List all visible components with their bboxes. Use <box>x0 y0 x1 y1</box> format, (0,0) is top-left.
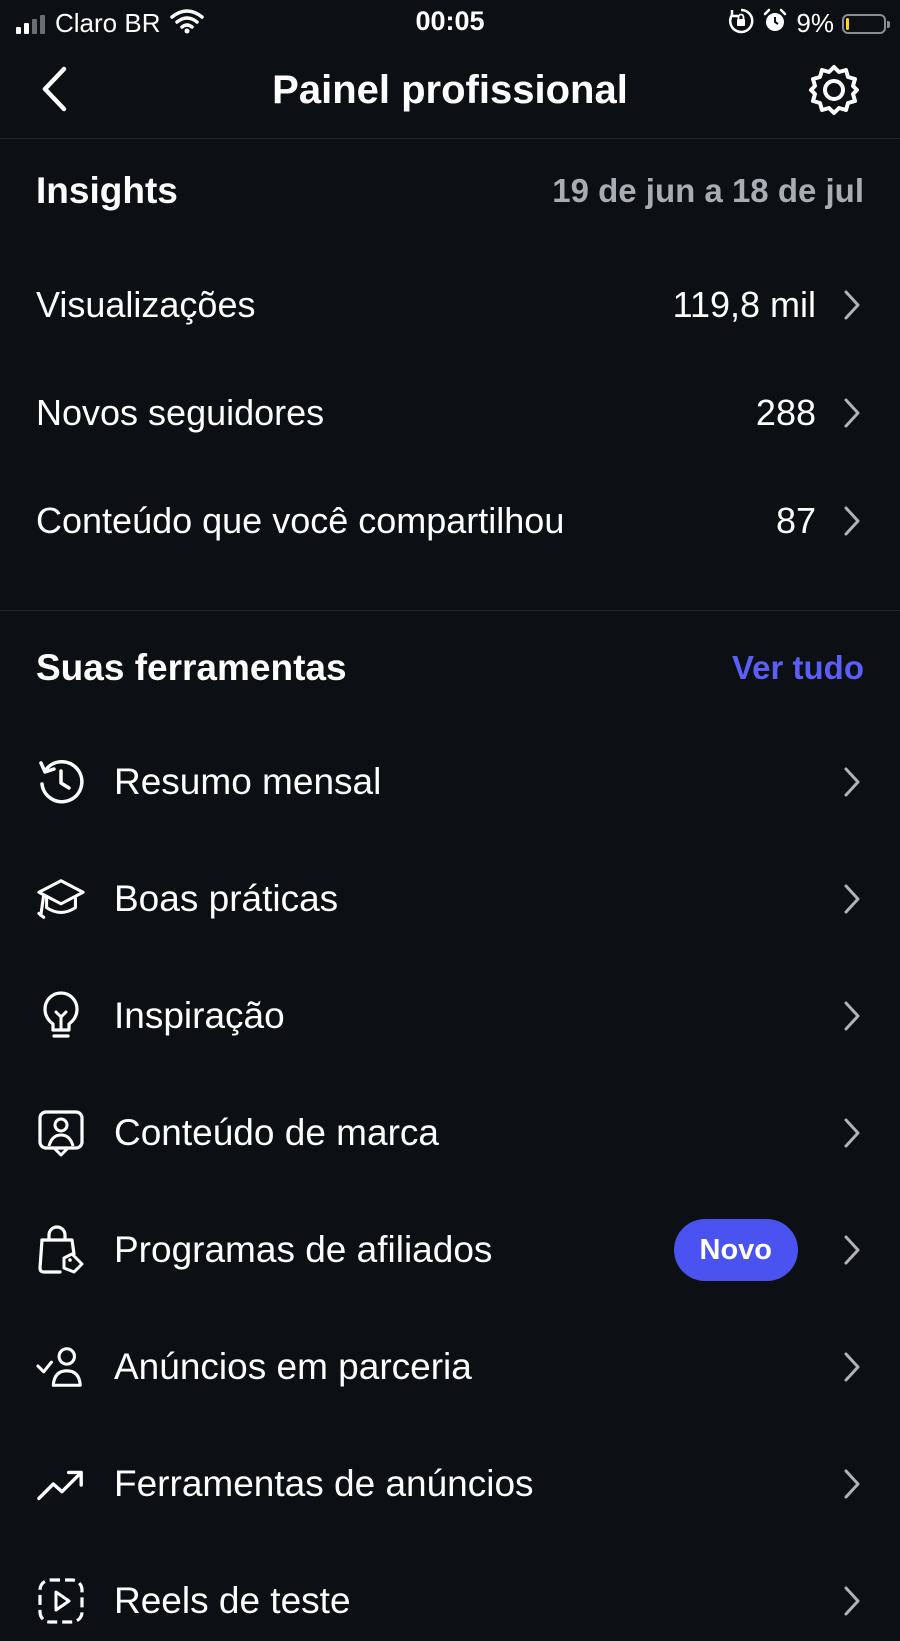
gear-icon <box>808 64 860 121</box>
status-right: 9% <box>728 8 890 39</box>
tool-item-best-practices[interactable]: Boas práticas <box>36 859 864 939</box>
tool-item-inspiration[interactable]: Inspiração <box>36 976 864 1056</box>
tool-label: Conteúdo de marca <box>114 1112 439 1153</box>
chevron-right-icon <box>840 1467 864 1501</box>
chevron-right-icon <box>840 1233 864 1267</box>
orientation-lock-icon <box>728 8 754 39</box>
insight-label: Conteúdo que você compartilhou <box>36 500 565 541</box>
tool-item-test-reels[interactable]: Reels de teste <box>36 1561 864 1641</box>
tool-label: Anúncios em parceria <box>114 1346 472 1387</box>
tool-label: Reels de teste <box>114 1580 351 1621</box>
insight-value: 87 <box>775 500 816 541</box>
tool-item-partnership-ads[interactable]: Anúncios em parceria <box>36 1327 864 1407</box>
insight-label: Novos seguidores <box>36 392 325 433</box>
history-icon <box>36 757 86 807</box>
settings-button[interactable] <box>806 64 862 120</box>
tool-label: Boas práticas <box>114 878 339 919</box>
insight-label: Visualizações <box>36 284 256 325</box>
chevron-right-icon <box>840 1116 864 1150</box>
chevron-right-icon <box>840 288 864 322</box>
tool-item-branded-content[interactable]: Conteúdo de marca <box>36 1093 864 1173</box>
chevron-right-icon <box>840 999 864 1033</box>
chevron-right-icon <box>840 1584 864 1618</box>
tools-header: Suas ferramentas Ver tudo <box>36 647 864 689</box>
trending-up-icon <box>36 1459 86 1509</box>
insight-value: 288 <box>755 392 816 433</box>
tool-item-ad-tools[interactable]: Ferramentas de anúncios <box>36 1444 864 1524</box>
chevron-right-icon <box>840 396 864 430</box>
see-all-link[interactable]: Ver tudo <box>732 649 864 687</box>
tool-label: Programas de afiliados <box>114 1229 493 1270</box>
new-badge: Novo <box>673 1219 798 1281</box>
insights-section: Insights 19 de jun a 18 de jul Visualiza… <box>0 138 900 610</box>
chevron-right-icon <box>840 504 864 538</box>
person-check-icon <box>36 1342 86 1392</box>
navigation-bar: Painel profissional <box>0 46 900 139</box>
insight-value: 119,8 mil <box>672 284 816 325</box>
graduation-cap-icon <box>36 874 86 924</box>
chevron-right-icon <box>840 1350 864 1384</box>
tool-label: Inspiração <box>114 995 285 1036</box>
shopping-bag-icon <box>36 1225 86 1275</box>
page-title: Painel profissional <box>272 68 628 112</box>
tool-item-affiliate-programs[interactable]: Programas de afiliados Novo <box>36 1210 864 1290</box>
insights-title: Insights <box>36 170 178 211</box>
chevron-right-icon <box>840 765 864 799</box>
tool-label: Ferramentas de anúncios <box>114 1463 534 1504</box>
date-range[interactable]: 19 de jun a 18 de jul <box>552 172 864 210</box>
battery-icon <box>842 13 890 34</box>
insight-row-new-followers[interactable]: Novos seguidores 288 <box>36 378 864 448</box>
tools-section: Suas ferramentas Ver tudo Resumo mensal <box>0 611 900 1624</box>
chevron-right-icon <box>840 882 864 916</box>
branded-content-icon <box>36 1108 86 1158</box>
tool-item-monthly-summary[interactable]: Resumo mensal <box>36 742 864 822</box>
alarm-icon <box>762 8 788 39</box>
tool-label: Resumo mensal <box>114 761 382 802</box>
battery-level <box>846 17 849 30</box>
status-bar: Claro BR 00:05 9% <box>0 0 900 46</box>
lightbulb-icon <box>36 991 86 1041</box>
battery-percent: 9% <box>796 8 834 38</box>
tools-title: Suas ferramentas <box>36 647 347 688</box>
insights-header: Insights 19 de jun a 18 de jul <box>36 170 864 212</box>
reels-icon <box>36 1576 86 1626</box>
insight-row-views[interactable]: Visualizações 119,8 mil <box>36 270 864 340</box>
insight-row-content-shared[interactable]: Conteúdo que você compartilhou 87 <box>36 486 864 556</box>
